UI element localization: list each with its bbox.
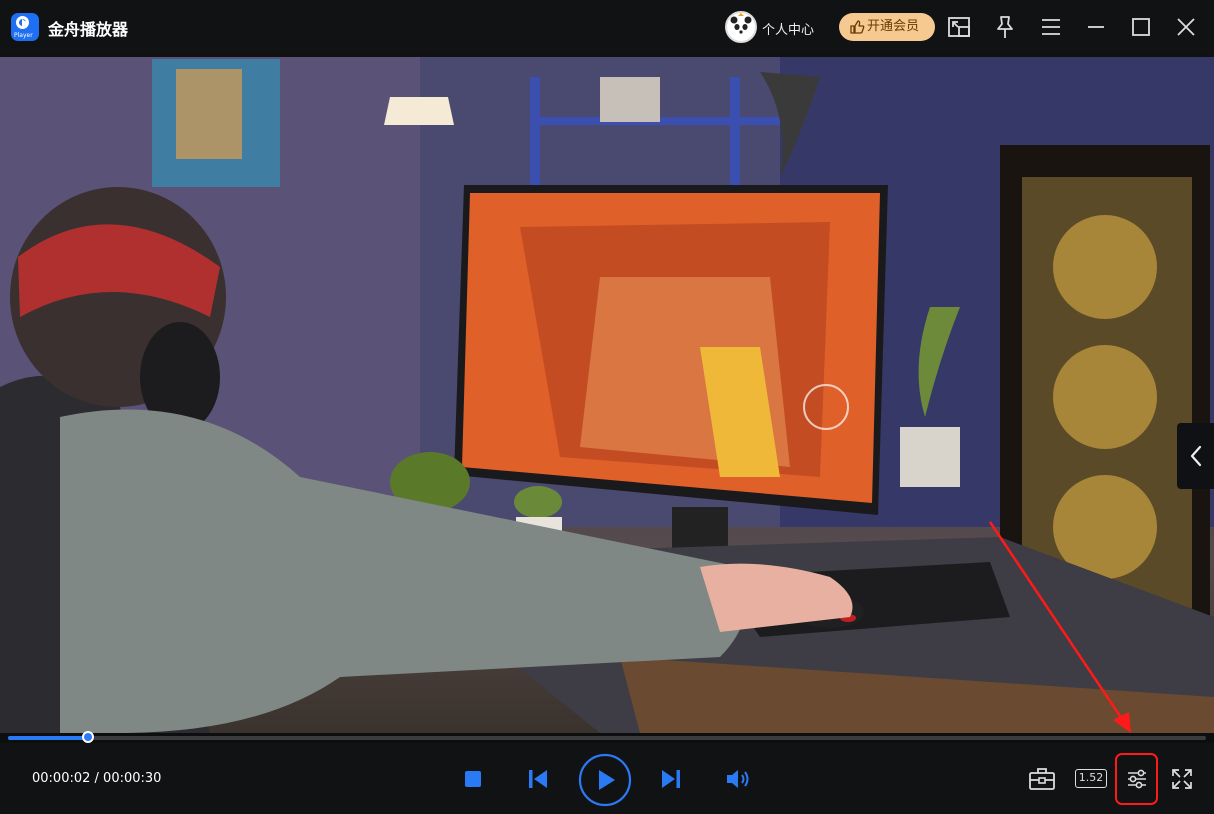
annotation-arrow [988, 521, 1131, 733]
annotation-highlight-box [1115, 753, 1158, 805]
